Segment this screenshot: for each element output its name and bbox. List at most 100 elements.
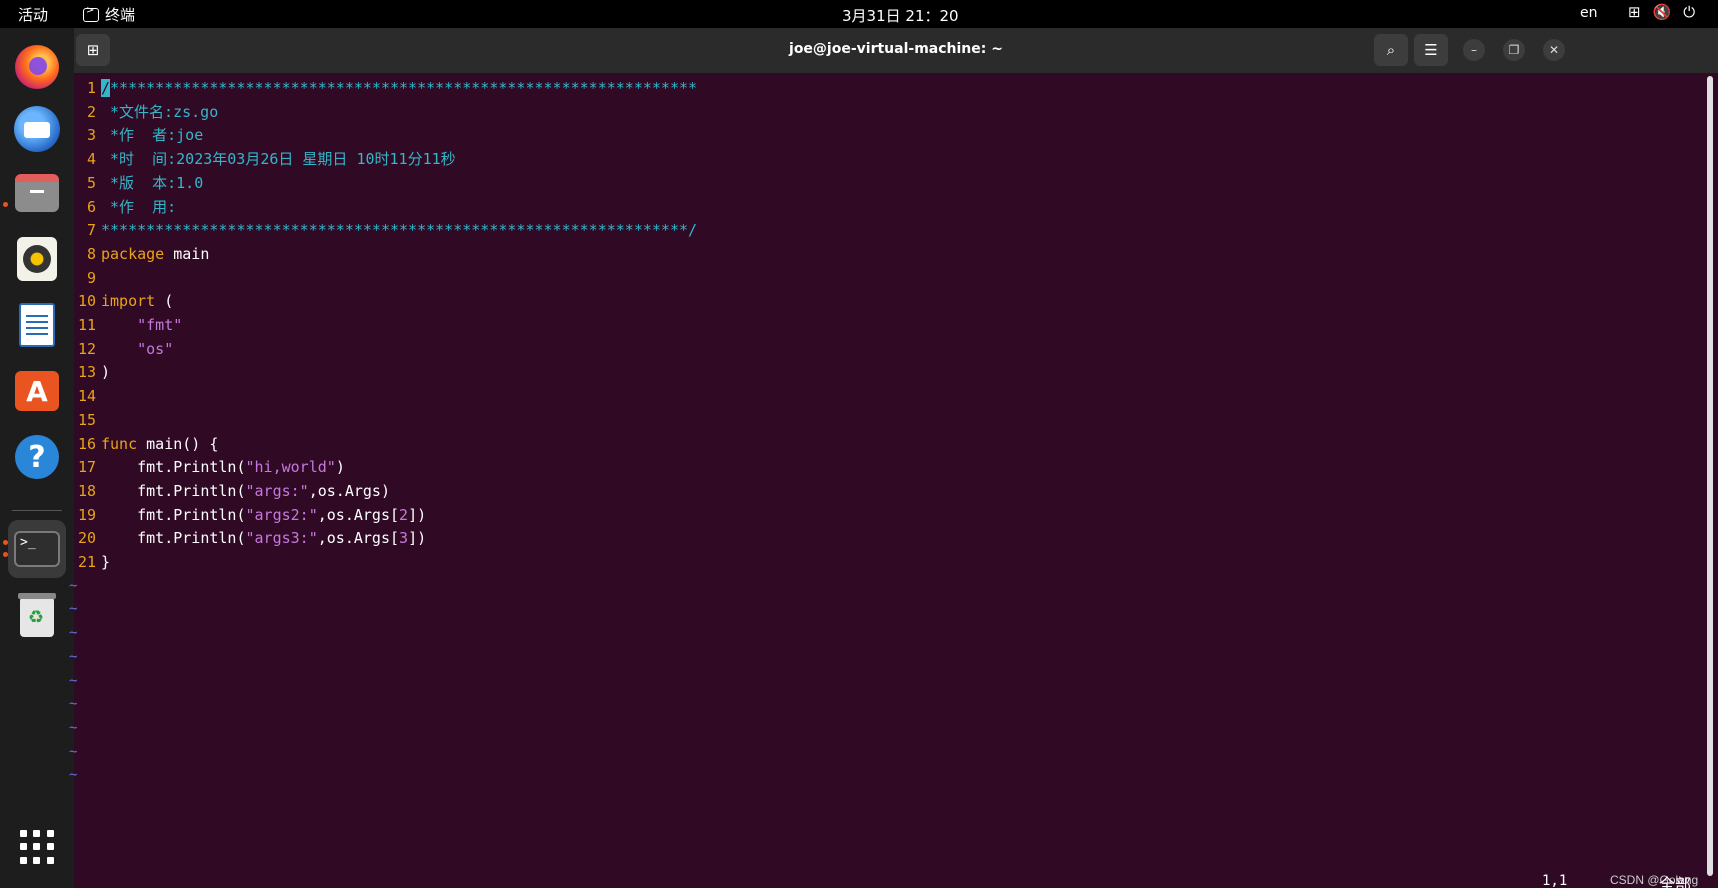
comment-text: *作 者:joe	[101, 126, 204, 144]
code-line: 17 fmt.Println("hi,world")	[74, 455, 345, 479]
app-store-icon: A	[15, 371, 59, 411]
code-line: 10 import (	[74, 289, 173, 313]
line-number: 17	[77, 458, 96, 476]
line-number: 1	[86, 79, 96, 97]
code-text: ,os.Args[	[317, 506, 400, 524]
scroll-status: 全部	[1659, 875, 1692, 888]
code-text: main	[164, 245, 210, 263]
line-number: 6	[86, 198, 96, 216]
code-line: 3 *作 者:joe	[74, 123, 203, 147]
firefox-icon	[15, 45, 59, 89]
comment-text: ****************************************…	[101, 221, 698, 239]
scrollbar[interactable]	[1707, 76, 1713, 876]
line-number: 3	[86, 126, 96, 144]
volume-muted-icon: 🔇	[1652, 3, 1672, 21]
line-number: 20	[77, 529, 96, 547]
line-number: 5	[86, 174, 96, 192]
dock: A ? >_	[0, 28, 74, 888]
terminal-window: ⊞ joe@joe-virtual-machine: ~ ⌕ ☰ – ❐ ✕ 1…	[69, 28, 1718, 888]
string-literal: "args3:"	[245, 529, 318, 547]
keyword: import	[101, 292, 156, 310]
top-bar: 活动 终端 3月31日 21：20 en ⊞ 🔇 ⏻	[0, 0, 1718, 28]
code-line: 7 ***************************************…	[74, 218, 697, 242]
code-text: )	[101, 363, 111, 381]
line-number: 13	[77, 363, 96, 381]
code-line: 2 *文件名:zs.go	[74, 100, 218, 124]
code-text: ,os.Args[	[317, 529, 400, 547]
line-number: 7	[86, 221, 96, 239]
dock-firefox[interactable]	[8, 38, 66, 96]
code-line: 12 "os"	[74, 337, 173, 361]
search-button[interactable]: ⌕	[1374, 34, 1408, 66]
vim-editor[interactable]: 1/**************************************…	[69, 73, 1718, 888]
dock-rhythmbox[interactable]	[8, 230, 66, 288]
code-line: 14	[74, 384, 101, 408]
line-number: 15	[77, 411, 96, 429]
activities-button[interactable]: 活动	[18, 4, 48, 25]
app-name: 终端	[105, 6, 136, 24]
code-text: ])	[408, 529, 427, 547]
header-bar: ⊞ joe@joe-virtual-machine: ~ ⌕ ☰ – ❐ ✕	[74, 28, 1718, 73]
code-text: fmt.Println(	[101, 529, 246, 547]
comment-text: *作 用:	[101, 198, 177, 216]
code-line: 21}	[74, 550, 110, 574]
code-line: 11 "fmt"	[74, 313, 182, 337]
comment-text: *文件名:zs.go	[101, 103, 219, 121]
code-text: ,os.Args)	[308, 482, 390, 500]
code-line: 1 /**************************************…	[74, 76, 697, 100]
clock[interactable]: 3月31日 21：20	[842, 5, 959, 26]
dock-app-store[interactable]: A	[8, 362, 66, 420]
restore-button[interactable]: ❐	[1503, 39, 1525, 61]
code-text: main() {	[137, 435, 219, 453]
code-text: (	[155, 292, 174, 310]
code-line: 18 fmt.Println("args:",os.Args)	[74, 479, 390, 503]
dock-terminal[interactable]: >_	[8, 520, 66, 578]
terminal-icon: >_	[14, 531, 60, 567]
dock-trash[interactable]	[8, 588, 66, 646]
thunderbird-icon	[14, 106, 60, 152]
dock-help[interactable]: ?	[8, 428, 66, 486]
minimize-button[interactable]: –	[1463, 39, 1485, 61]
line-number: 12	[77, 340, 96, 358]
search-icon: ⌕	[1386, 41, 1396, 59]
restore-icon: ❐	[1508, 43, 1520, 57]
code-line: 13)	[74, 360, 110, 384]
dock-thunderbird[interactable]	[8, 100, 66, 158]
code-line: 20 fmt.Println("args3:",os.Args[3])	[74, 526, 426, 550]
dock-writer[interactable]	[8, 296, 66, 354]
code-text: fmt.Println(	[101, 458, 246, 476]
dock-files[interactable]	[8, 164, 66, 222]
show-apps-button[interactable]	[8, 818, 66, 876]
string-literal: "args2:"	[245, 506, 318, 524]
line-number: 11	[77, 316, 96, 334]
app-menu[interactable]: 终端	[83, 4, 135, 25]
number-literal: 2	[399, 506, 409, 524]
network-icon: ⊞	[1628, 3, 1641, 21]
input-language[interactable]: en	[1580, 5, 1598, 21]
close-button[interactable]: ✕	[1543, 39, 1565, 61]
code-line: 15	[74, 408, 101, 432]
line-number: 21	[77, 553, 96, 571]
line-number: 16	[77, 435, 96, 453]
minimize-icon: –	[1471, 43, 1477, 57]
code-text: )	[335, 458, 345, 476]
power-icon: ⏻	[1683, 3, 1696, 21]
empty-line-marker: ~	[69, 744, 78, 760]
empty-line-marker: ~	[69, 649, 78, 665]
system-menu[interactable]: ⊞ 🔇 ⏻	[1628, 3, 1695, 21]
code-line: 5 *版 本:1.0	[74, 171, 203, 195]
line-number: 10	[77, 292, 96, 310]
keyword: func	[101, 435, 138, 453]
code-text: ])	[408, 506, 427, 524]
comment-text: *版 本:1.0	[101, 174, 204, 192]
empty-line-marker: ~	[69, 673, 78, 689]
menu-button[interactable]: ☰	[1414, 34, 1448, 66]
line-number: 4	[86, 150, 96, 168]
cursor-position: 1,1	[1542, 873, 1568, 888]
string-literal: "args:"	[245, 482, 309, 500]
code-text: fmt.Println(	[101, 482, 246, 500]
empty-line-marker: ~	[69, 601, 78, 617]
code-line: 6 *作 用:	[74, 195, 176, 219]
